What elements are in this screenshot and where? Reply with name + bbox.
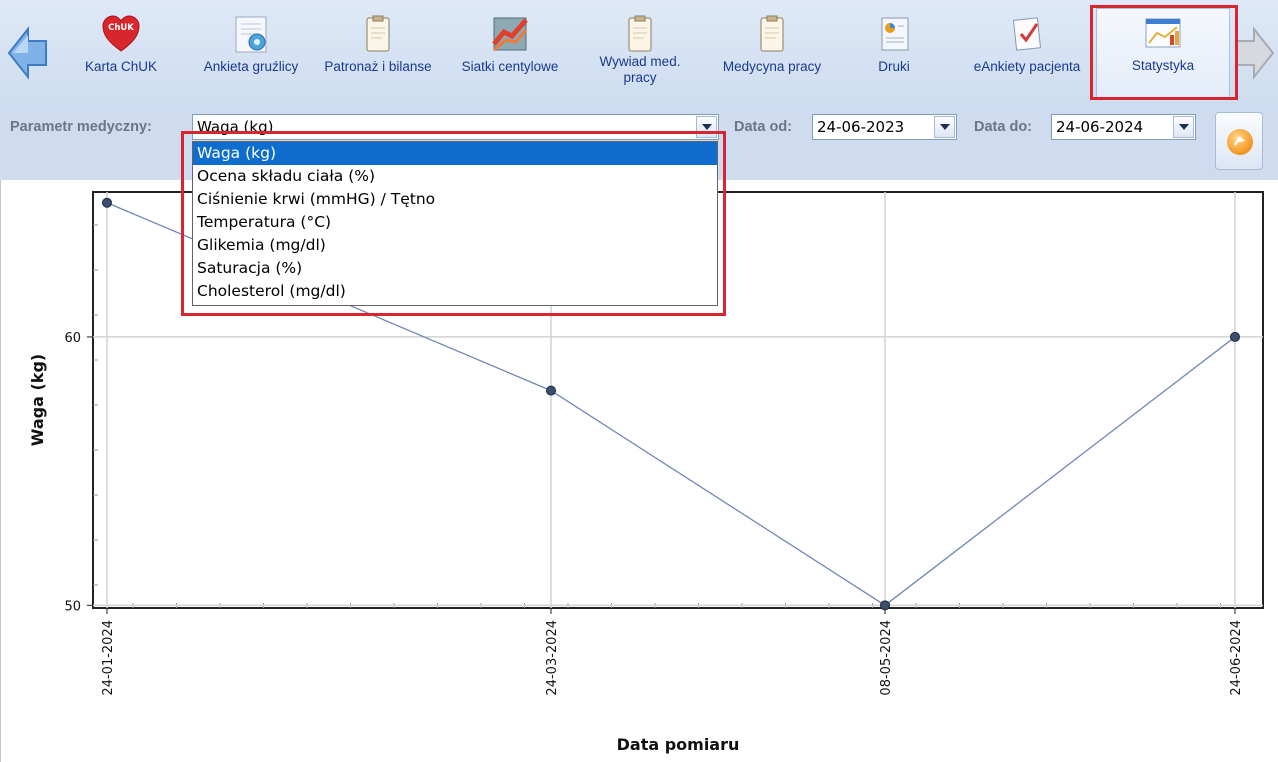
date-to-picker[interactable]: 24-06-2024 (1051, 114, 1196, 140)
dropdown-option[interactable]: Saturacja (%) (193, 257, 717, 280)
toolbar-item-statystyka[interactable]: Statystyka (1096, 8, 1230, 100)
toolbar-label: Druki (878, 59, 910, 74)
date-from-picker[interactable]: 24-06-2023 (812, 114, 957, 140)
dropdown-option[interactable]: Ocena składu ciała (%) (193, 165, 717, 188)
param-select-value: Waga (kg) (197, 118, 274, 136)
x-tick-label: 08-05-2024 (879, 620, 894, 696)
toolbar-label: eAnkiety pacjenta (973, 59, 1081, 74)
param-select[interactable]: Waga (kg) (192, 114, 719, 140)
dropdown-option[interactable]: Cholesterol (mg/dl) (193, 280, 717, 303)
toolbar-item-druki[interactable]: Druki (862, 10, 926, 96)
toolbar-item-patronaz[interactable]: Patronaż i bilanse (313, 10, 443, 96)
lung-survey-icon (231, 14, 271, 54)
toolbar-item-eankiety[interactable]: eAnkiety pacjenta (962, 10, 1092, 96)
clipboard-icon (358, 14, 398, 54)
dropdown-option[interactable]: Ciśnienie krwi (mmHG) / Tętno (193, 188, 717, 211)
dropdown-option[interactable]: Waga (kg) (193, 142, 717, 165)
x-axis-label: Data pomiaru (617, 735, 740, 754)
x-tick-label: 24-01-2024 (101, 620, 116, 696)
data-point (102, 197, 112, 208)
toolbar-item-wywiad-med-pracy[interactable]: Wywiad med. pracy (585, 10, 695, 96)
print-doc-icon (874, 14, 914, 54)
toolbar-label: Medycyna pracy (722, 59, 822, 74)
param-label: Parametr medyczny: (10, 119, 152, 135)
toolbar-label: Wywiad med. pracy (599, 54, 681, 85)
x-tick-label: 24-06-2024 (1229, 620, 1244, 696)
centile-grid-icon (490, 14, 530, 54)
date-to-label: Data do: (974, 119, 1032, 135)
y-tick-label: 50 (64, 599, 81, 614)
toolbar-label: Ankieta gruźlicy (203, 59, 299, 74)
clipboard-icon (620, 14, 660, 54)
chuk-logo-text: ChUK (108, 23, 134, 33)
back-arrow-icon[interactable] (6, 25, 50, 81)
date-from-value: 24-06-2023 (817, 118, 905, 136)
y-axis-label: Waga (kg) (28, 354, 47, 446)
chevron-down-icon[interactable] (1173, 116, 1194, 138)
clipboard-icon (752, 14, 792, 54)
data-point (546, 385, 556, 396)
chevron-down-icon[interactable] (696, 116, 717, 138)
dropdown-option[interactable]: Glikemia (mg/dl) (193, 234, 717, 257)
chevron-down-icon[interactable] (934, 116, 955, 138)
toolbar-item-ankieta-gruzlicy[interactable]: Ankieta gruźlicy (190, 10, 312, 96)
date-from-label: Data od: (734, 119, 792, 135)
dropdown-option[interactable]: Temperatura (°C) (193, 211, 717, 234)
toolbar-label: Patronaż i bilanse (324, 59, 432, 74)
x-tick-label: 24-03-2024 (545, 620, 560, 696)
toolbar-item-siatki-centylowe[interactable]: Siatki centylowe (447, 10, 573, 96)
param-dropdown-list: Waga (kg) Ocena składu ciała (%) Ciśnien… (192, 141, 718, 306)
forward-arrow-icon[interactable] (1232, 25, 1276, 81)
toolbar-item-karta-chuk[interactable]: ChUK Karta ChUK (75, 10, 167, 96)
module-toolbar: ChUK Karta ChUK Ankieta gruźlicy Patrona… (0, 0, 1278, 108)
data-point (880, 600, 890, 611)
toolbar-label: Karta ChUK (84, 59, 158, 74)
y-tick-label: 60 (64, 331, 81, 346)
refresh-button[interactable] (1215, 112, 1263, 170)
toolbar-label: Siatki centylowe (461, 59, 559, 74)
e-survey-icon (1007, 14, 1047, 54)
heart-chuk-icon: ChUK (101, 14, 141, 54)
toolbar-label: Statystyka (1131, 58, 1195, 73)
statistics-icon (1143, 13, 1183, 53)
toolbar-item-medycyna-pracy[interactable]: Medycyna pracy (710, 10, 834, 96)
date-to-value: 24-06-2024 (1056, 118, 1144, 136)
refresh-arrow-icon (1233, 136, 1245, 146)
data-point (1230, 331, 1240, 342)
